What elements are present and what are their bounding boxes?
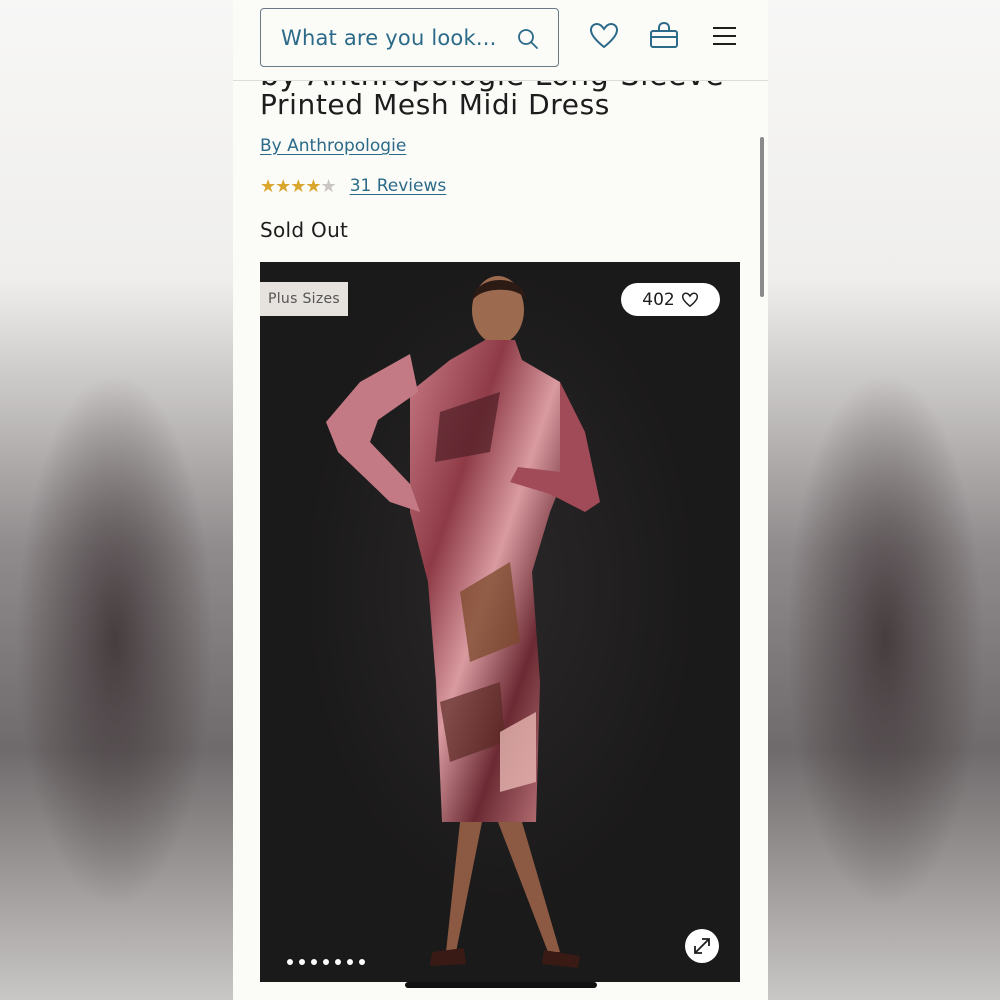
product-image[interactable]: Plus Sizes 402 [260, 262, 740, 982]
carousel-dot[interactable] [359, 959, 365, 965]
carousel-dot[interactable] [299, 959, 305, 965]
heart-icon[interactable] [588, 20, 620, 52]
expand-button[interactable] [685, 929, 719, 963]
rating-row: ★★★★★ 31 Reviews [260, 175, 446, 197]
likes-count: 402 [642, 289, 675, 310]
reviews-link[interactable]: 31 Reviews [350, 176, 447, 196]
scrollbar[interactable] [760, 137, 764, 297]
likes-button[interactable]: 402 [621, 283, 720, 316]
model-illustration [326, 276, 600, 968]
star-half-icon: ★ [320, 175, 337, 197]
top-header: What are you look... [233, 0, 768, 81]
plus-sizes-badge: Plus Sizes [260, 282, 348, 316]
heart-icon [681, 292, 698, 307]
menu-icon[interactable] [709, 20, 741, 52]
search-icon[interactable] [516, 27, 540, 51]
carousel-dot[interactable] [323, 959, 329, 965]
availability-status: Sold Out [260, 218, 349, 242]
bag-icon[interactable] [648, 20, 680, 52]
carousel-dots[interactable] [287, 959, 365, 965]
carousel-dot[interactable] [347, 959, 353, 965]
brand-link[interactable]: By Anthropologie [260, 136, 406, 156]
search-placeholder: What are you look... [281, 26, 497, 50]
home-indicator[interactable] [405, 982, 597, 988]
star-rating: ★★★★★ [260, 175, 337, 197]
expand-icon [694, 938, 710, 954]
search-input[interactable]: What are you look... [260, 8, 559, 67]
carousel-dot[interactable] [335, 959, 341, 965]
carousel-dot[interactable] [311, 959, 317, 965]
phone-screen: by Anthropologie Long-Sleeve What are yo… [233, 0, 768, 1000]
carousel-dot[interactable] [287, 959, 293, 965]
